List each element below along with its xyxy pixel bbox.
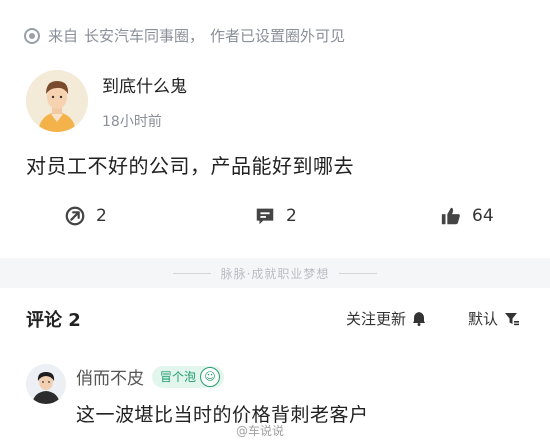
- comments-title: 评论 2: [26, 310, 81, 331]
- author-name[interactable]: 到底什么鬼: [102, 72, 187, 97]
- section-divider: 脉脉·成就职业梦想: [0, 258, 550, 288]
- divider-line: [339, 272, 378, 274]
- post-content: 对员工不好的公司，产品能好到哪去: [26, 154, 354, 178]
- watermark: @车说说: [236, 424, 285, 438]
- post-header: 到底什么鬼 18小时前: [26, 70, 187, 132]
- share-icon: [65, 206, 85, 226]
- comments-header: 评论 2 关注更新 默认: [26, 306, 526, 332]
- badge-label: 冒个泡: [160, 370, 197, 384]
- source-prefix: 来自: [48, 27, 79, 45]
- forward-button[interactable]: 2: [64, 205, 107, 227]
- visibility-icon: [24, 27, 40, 44]
- source-circle[interactable]: 长安汽车同事圈，: [84, 25, 204, 46]
- divider-slogan: 脉脉·成就职业梦想: [220, 266, 330, 281]
- sort-label: 默认: [468, 310, 499, 328]
- comment-count: 2: [286, 206, 297, 226]
- action-bar: 2 2 64: [0, 205, 550, 241]
- comment-author[interactable]: 俏而不皮: [76, 364, 144, 389]
- post-time: 18小时前: [102, 113, 162, 130]
- divider-line: [172, 272, 211, 274]
- bell-icon: [413, 312, 426, 326]
- source-visibility: 作者已设置圈外可见: [210, 27, 346, 45]
- filter-icon: [505, 313, 520, 326]
- comment-button[interactable]: 2: [254, 205, 297, 227]
- comment-avatar[interactable]: [26, 364, 66, 404]
- forward-count: 2: [96, 206, 107, 226]
- sort-button[interactable]: 默认: [468, 308, 520, 329]
- follow-updates-label: 关注更新: [346, 310, 407, 328]
- badge: 冒个泡 ☺: [152, 365, 225, 388]
- thumbs-up-icon: [441, 207, 460, 225]
- avatar[interactable]: [26, 70, 88, 132]
- comment-text: 这一波堪比当时的价格背刺老客户: [76, 404, 369, 426]
- source-line: 来自 长安汽车同事圈， 作者已设置圈外可见: [24, 25, 351, 46]
- comment-icon: [256, 208, 274, 225]
- follow-updates-button[interactable]: 关注更新: [346, 308, 426, 329]
- emoji-icon: ☺: [200, 366, 221, 387]
- like-button[interactable]: 64: [440, 205, 494, 227]
- like-count: 64: [472, 206, 494, 226]
